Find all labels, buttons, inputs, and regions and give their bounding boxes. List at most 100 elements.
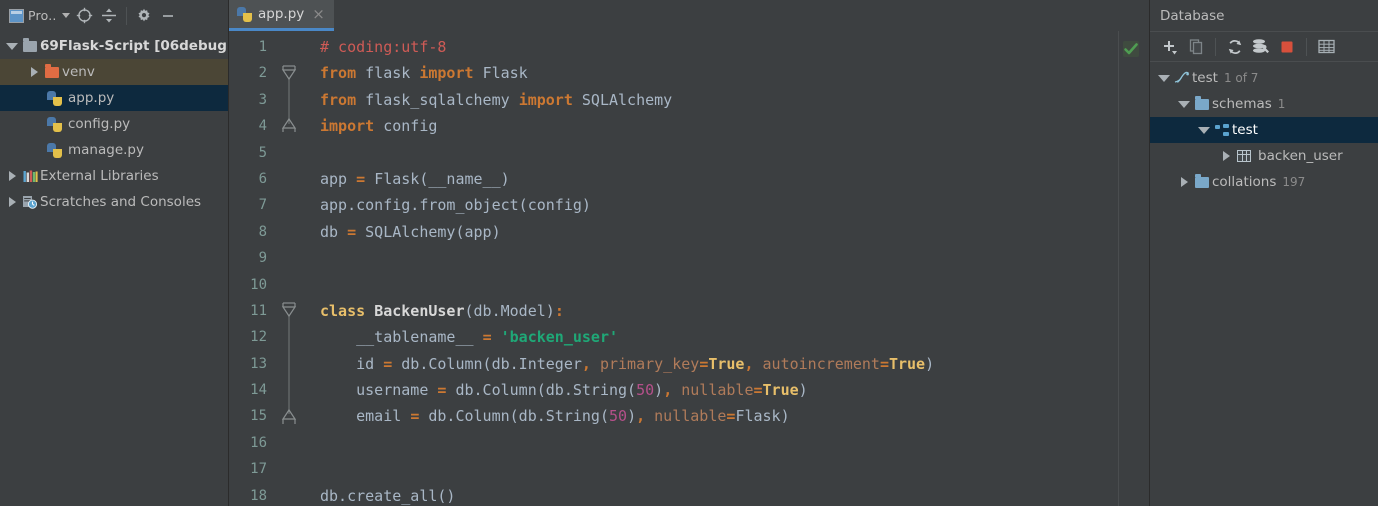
tab-app-py[interactable]: app.py × — [229, 0, 334, 31]
chevron-expanded-icon[interactable] — [1156, 74, 1172, 82]
table-grid-icon — [1234, 150, 1254, 162]
schema-icon — [1212, 124, 1232, 136]
code-line: import config — [311, 113, 1118, 139]
tree-item-label: Scratches and Consoles — [40, 194, 202, 210]
code-folding-column[interactable] — [281, 34, 299, 506]
db-item-schemas[interactable]: schemas 1 — [1150, 91, 1378, 117]
editor-gutter[interactable]: 1 2 3 4 5 6 7 8 9 10 11 12 13 14 15 16 1… — [229, 31, 311, 506]
code-token: db — [320, 222, 348, 241]
editor-area: app.py × 1 2 3 4 5 6 7 8 9 10 11 12 13 1… — [229, 0, 1149, 506]
db-item-collations[interactable]: collations 197 — [1150, 169, 1378, 195]
tree-item-external-libraries[interactable]: External Libraries — [0, 163, 228, 189]
chevron-collapsed-icon[interactable] — [1176, 177, 1192, 187]
toolbar-divider — [1306, 37, 1307, 56]
code-token: True — [762, 381, 799, 400]
chevron-expanded-icon[interactable] — [1176, 100, 1192, 108]
db-item-label: backen_user — [1258, 148, 1343, 164]
add-icon[interactable] — [1158, 35, 1182, 59]
db-item-label: test — [1192, 70, 1218, 86]
code-token: = — [347, 222, 366, 241]
chevron-collapsed-icon[interactable] — [1218, 151, 1234, 161]
code-token: flask — [365, 64, 420, 83]
db-item-schema-test[interactable]: test — [1150, 117, 1378, 143]
code-token: nullable — [681, 381, 754, 400]
locate-icon[interactable] — [73, 4, 97, 28]
project-tree: 69Flask-Script [06debug venv app.py conf… — [0, 31, 228, 506]
table-icon[interactable] — [1314, 35, 1338, 59]
tree-item-manage-py[interactable]: manage.py — [0, 137, 228, 163]
chevron-collapsed-icon[interactable] — [26, 67, 42, 77]
db-tools-icon[interactable] — [1249, 35, 1273, 59]
code-token: Flask — [482, 64, 528, 83]
code-token: autoincrement — [762, 354, 880, 373]
code-token: Flask(__name__) — [374, 169, 510, 188]
code-line: db = SQLAlchemy(app) — [311, 219, 1118, 245]
code-token: flask_sqlalchemy — [365, 90, 519, 109]
chevron-collapsed-icon[interactable] — [4, 197, 20, 207]
collapse-all-icon[interactable] — [97, 4, 121, 28]
code-token: 50 — [636, 381, 655, 400]
db-item-table-backen-user[interactable]: backen_user — [1150, 143, 1378, 169]
green-check-icon[interactable] — [1121, 39, 1141, 63]
code-token: ) — [798, 381, 808, 400]
code-token: ) — [654, 381, 664, 400]
python-file-icon — [44, 90, 64, 106]
project-view-selector[interactable]: Pro.. — [6, 6, 73, 25]
code-line: app = Flask(__name__) — [311, 166, 1118, 192]
folder-orange-icon — [42, 63, 62, 78]
code-text[interactable]: # coding:utf-8 from flask import Flask fro… — [311, 31, 1118, 506]
code-token: from — [320, 90, 366, 109]
refresh-icon[interactable] — [1223, 35, 1247, 59]
code-token: , — [663, 381, 682, 400]
inspection-gutter[interactable] — [1118, 31, 1149, 506]
gear-icon[interactable] — [132, 4, 156, 28]
code-token: app — [320, 169, 357, 188]
stop-icon[interactable] — [1275, 35, 1299, 59]
code-token: = — [879, 354, 889, 373]
code-line: __tablename__ = 'backen_user' — [311, 324, 1118, 350]
tree-item-label: venv — [62, 64, 95, 80]
code-token: primary_key — [599, 354, 700, 373]
db-item-datasource-test[interactable]: test 1 of 7 — [1150, 65, 1378, 91]
db-item-count: 197 — [1282, 175, 1306, 189]
code-token: (db.Model) — [464, 301, 555, 320]
code-viewport: 1 2 3 4 5 6 7 8 9 10 11 12 13 14 15 16 1… — [229, 31, 1149, 506]
folder-gray-icon — [20, 37, 40, 52]
toolbar-divider — [125, 6, 127, 25]
tree-item-label: manage.py — [68, 142, 144, 158]
code-token: import — [419, 64, 483, 83]
close-icon[interactable]: × — [312, 6, 325, 22]
tree-item-scratches-and-consoles[interactable]: Scratches and Consoles — [0, 189, 228, 215]
code-token: import — [320, 117, 384, 136]
db-item-count: 1 of 7 — [1223, 71, 1259, 85]
tree-item-project-root[interactable]: 69Flask-Script [06debug — [0, 33, 228, 59]
code-token: class — [320, 301, 375, 320]
minimize-icon[interactable] — [156, 4, 180, 28]
database-tree: test 1 of 7 schemas 1 test backen_user c… — [1150, 62, 1378, 506]
db-item-count: 1 — [1277, 97, 1286, 111]
tree-item-app-py[interactable]: app.py — [0, 85, 228, 111]
code-token: = — [437, 381, 456, 400]
code-token: db.Column(db.String( — [428, 407, 609, 426]
scratches-icon — [20, 195, 40, 209]
code-line: from flask import Flask — [311, 60, 1118, 86]
tree-item-config-py[interactable]: config.py — [0, 111, 228, 137]
python-file-icon — [44, 142, 64, 158]
copy-icon[interactable] — [1184, 35, 1208, 59]
fold-region-class — [281, 302, 297, 424]
project-window-icon — [9, 8, 24, 23]
chevron-expanded-icon[interactable] — [1196, 126, 1212, 134]
code-token: 'backen_user' — [500, 328, 619, 347]
chevron-expanded-icon[interactable] — [4, 42, 20, 50]
code-token: db.Column(db.String( — [455, 381, 637, 400]
editor-tabbar: app.py × — [229, 0, 1149, 31]
tree-item-venv[interactable]: venv — [0, 59, 228, 85]
chevron-collapsed-icon[interactable] — [4, 171, 20, 181]
db-item-label: collations — [1212, 174, 1277, 190]
code-token: , — [636, 407, 655, 426]
code-token: , — [744, 354, 763, 373]
